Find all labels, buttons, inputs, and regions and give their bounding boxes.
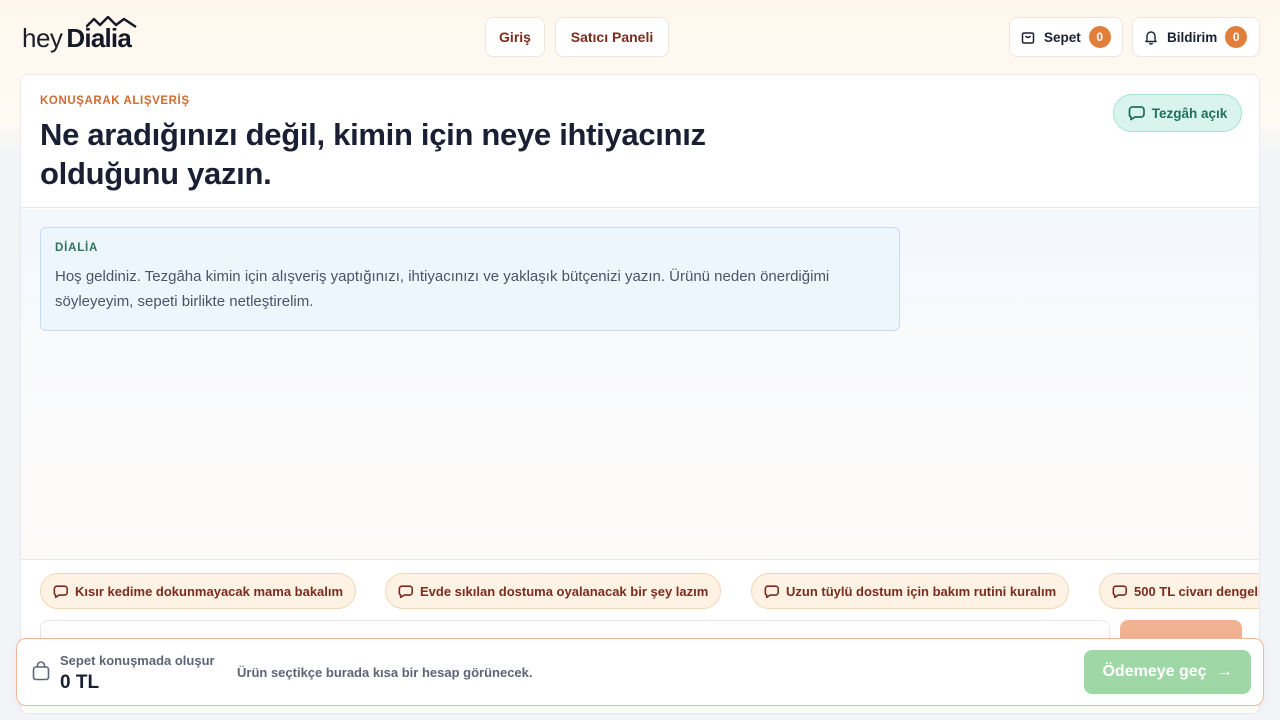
- shopping-bag-icon: [1021, 32, 1035, 44]
- suggestion-chip-label: Uzun tüylü dostum için bakım rutini kura…: [786, 583, 1057, 599]
- suggestion-chip-label: 500 TL civarı dengeli bir sepet: [1134, 583, 1260, 599]
- seller-panel-button[interactable]: Satıcı Paneli: [555, 17, 669, 57]
- checkout-button[interactable]: Ödemeye geç →: [1084, 650, 1251, 694]
- cart-total: 0 TL: [60, 672, 100, 693]
- checkout-label: Ödemeye geç: [1102, 663, 1207, 680]
- cart-summary-label: Sepet konuşmada oluşur: [60, 653, 215, 668]
- logo-brand: Dialia: [66, 16, 138, 56]
- stall-status-label: Tezgâh açık: [1151, 105, 1228, 121]
- bell-icon: [1145, 31, 1157, 45]
- suggestion-chip-label: Kısır kedime dokunmayacak mama bakalım: [75, 583, 344, 599]
- arrow-right-icon: →: [1216, 663, 1233, 680]
- hero-eyebrow: KONUŞARAK ALIŞVERİŞ: [40, 95, 190, 107]
- chat-bubble-icon: [53, 584, 69, 598]
- cart-count-badge: 0: [1088, 26, 1111, 48]
- hero-section: KONUŞARAK ALIŞVERİŞ Ne aradığınızı değil…: [21, 75, 1259, 208]
- logo[interactable]: hey Dialia: [22, 16, 138, 56]
- message-text: Hoş geldiniz. Tezgâha kimin için alışver…: [55, 268, 830, 310]
- chat-bubble-icon: [1128, 106, 1145, 121]
- cart-button[interactable]: Sepet 0: [1009, 17, 1123, 57]
- logo-prefix: hey: [22, 23, 63, 53]
- notifications-button[interactable]: Bildirim 0: [1132, 17, 1260, 57]
- cart-summary-note: Ürün seçtikçe burada kısa bir hesap görü…: [237, 665, 533, 680]
- suggestion-chip[interactable]: Evde sıkılan dostuma oyalanacak bir şey …: [385, 573, 722, 609]
- logo-mountain-icon: [86, 16, 138, 28]
- cart-summary-bar: Sepet konuşmada oluşur 0 TL Ürün seçtikç…: [16, 638, 1264, 706]
- cart-label: Sepet: [1044, 29, 1081, 45]
- stall-status-badge[interactable]: Tezgâh açık: [1113, 94, 1242, 132]
- chat-bubble-icon: [1112, 584, 1128, 598]
- message-sender: DİALİA: [55, 242, 99, 254]
- assistant-message: DİALİA Hoş geldiniz. Tezgâha kimin için …: [40, 227, 900, 331]
- suggestion-chip[interactable]: Uzun tüylü dostum için bakım rutini kura…: [751, 573, 1070, 609]
- suggestion-chip-label: Evde sıkılan dostuma oyalanacak bir şey …: [420, 583, 709, 599]
- shopping-bag-icon: [32, 661, 50, 681]
- chat-bubble-icon: [764, 584, 780, 598]
- chat-shopping-panel: KONUŞARAK ALIŞVERİŞ Ne aradığınızı değil…: [20, 74, 1260, 714]
- notifications-count-badge: 0: [1225, 26, 1248, 48]
- chat-messages: DİALİA Hoş geldiniz. Tezgâha kimin için …: [21, 209, 1259, 559]
- top-header: hey Dialia Giriş Satıcı Paneli Sepet 0 B…: [0, 0, 1280, 74]
- suggestion-chips: Kısır kedime dokunmayacak mama bakalım E…: [21, 559, 1259, 615]
- suggestion-chip[interactable]: Kısır kedime dokunmayacak mama bakalım: [40, 573, 357, 609]
- chat-bubble-icon: [398, 584, 414, 598]
- notifications-label: Bildirim: [1167, 29, 1218, 45]
- suggestion-chip[interactable]: 500 TL civarı dengeli bir sepet: [1099, 573, 1260, 609]
- page-title: Ne aradığınızı değil, kimin için neye ih…: [40, 117, 706, 191]
- login-button[interactable]: Giriş: [485, 17, 545, 57]
